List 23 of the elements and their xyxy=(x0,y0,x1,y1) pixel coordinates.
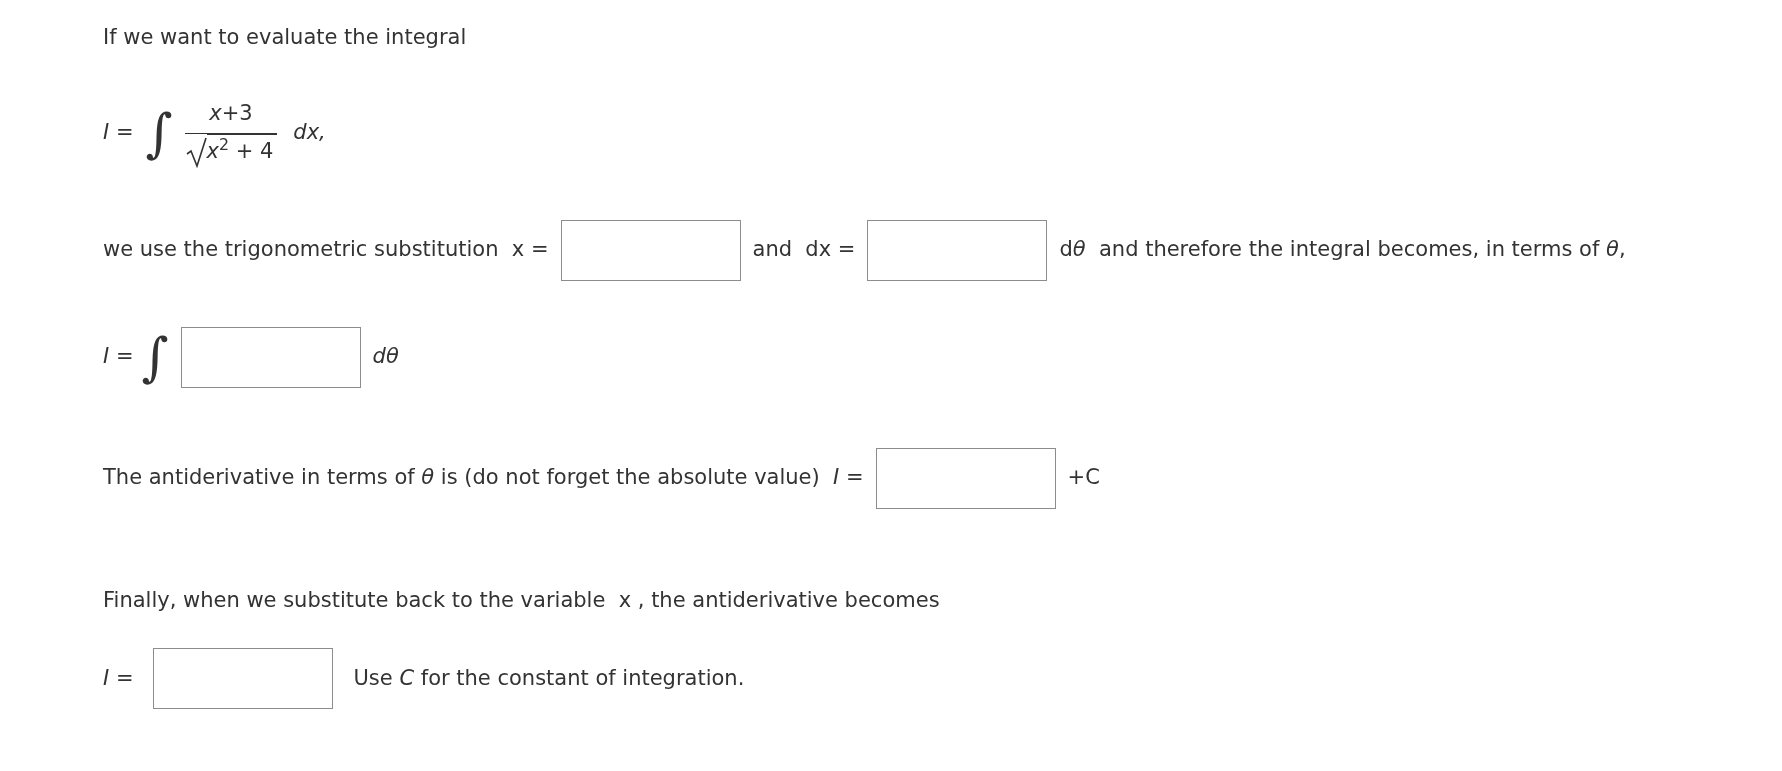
math-text: dθ xyxy=(372,343,399,371)
math-text: and dx = xyxy=(752,236,856,264)
square-root-icon xyxy=(184,135,207,168)
instruction-text: Finally, when we substitute back to the variable x , the antiderivative becomes xyxy=(103,587,940,612)
math-text: I = xyxy=(103,664,134,692)
answer-field[interactable] xyxy=(180,326,361,388)
math-text: The antiderivative in terms of θ is (do not forget the absolute value) I = xyxy=(103,464,864,492)
math-text: Use C for the constant of integration. xyxy=(353,664,745,692)
answer-field[interactable] xyxy=(153,648,334,709)
answer-field[interactable] xyxy=(867,219,1048,281)
math-text: dθ and therefore the integral becomes, in terms of θ, xyxy=(1059,236,1626,264)
math-text: +C xyxy=(1067,464,1100,492)
intro-text: If we want to evaluate the integral xyxy=(103,25,467,49)
integral-lhs: I = xyxy=(103,118,134,146)
numerator: x+3 xyxy=(209,100,253,125)
integral-sign: ∫ xyxy=(145,106,173,159)
math-text: we use the trigonometric substitution x = xyxy=(103,236,549,264)
answer-field[interactable] xyxy=(875,447,1056,509)
answer-field[interactable] xyxy=(560,219,741,281)
integral-sign: ∫ xyxy=(141,331,169,383)
differential: dx, xyxy=(293,118,326,146)
denominator: x$^{2}$ + 4 xyxy=(206,139,274,163)
math-text: I = xyxy=(103,343,134,371)
